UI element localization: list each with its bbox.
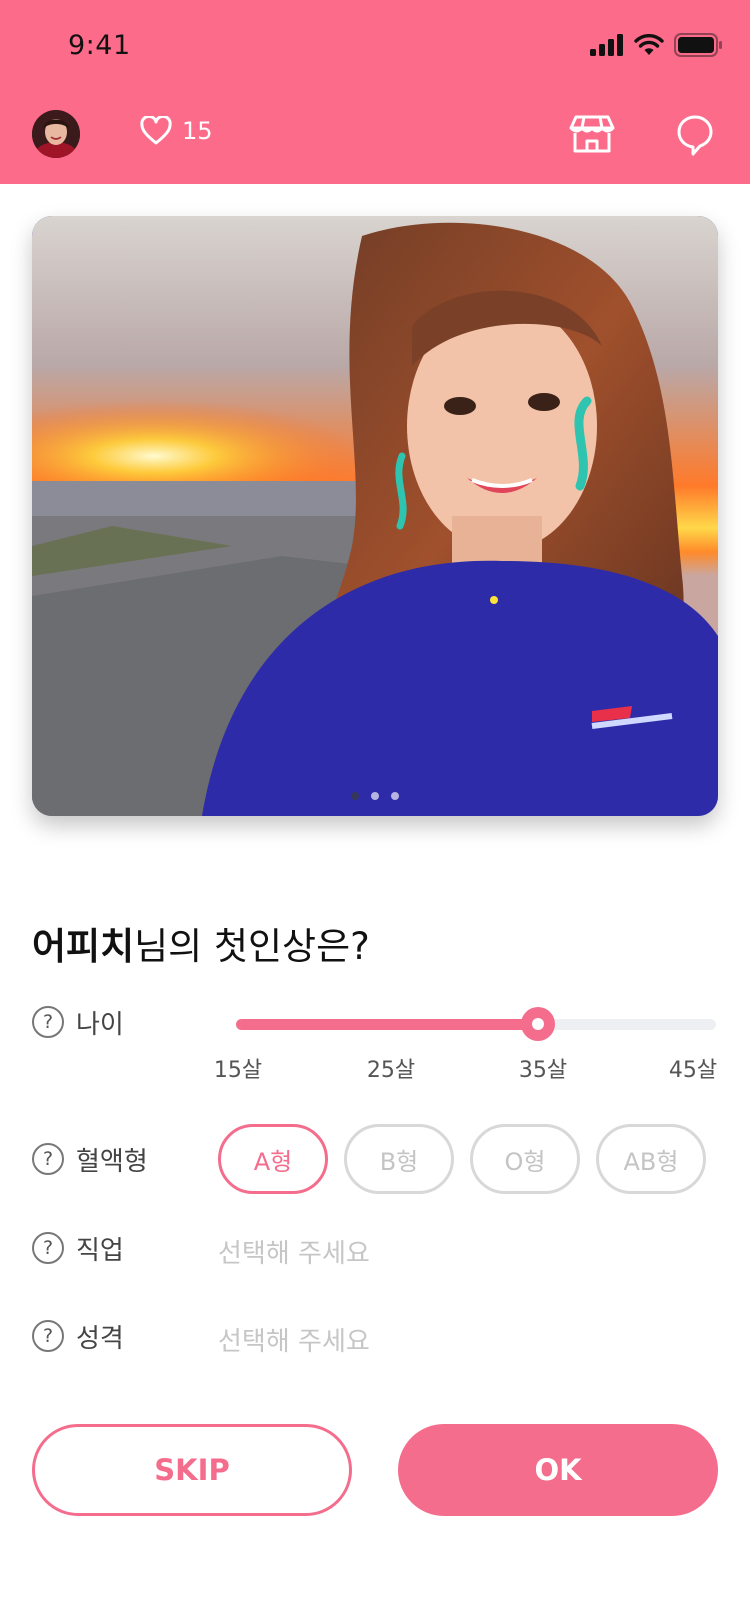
age-ticks: 15살 25살 35살 45살 (0, 1052, 750, 1083)
profile-name: 어피치 (32, 925, 135, 968)
help-icon[interactable]: ? (32, 1320, 64, 1352)
age-tick: 35살 (518, 1058, 568, 1083)
blood-type-b-chip[interactable]: B형 (344, 1124, 454, 1194)
store-icon (569, 115, 615, 153)
app-header: 9:41 15 (0, 0, 750, 184)
chat-button[interactable] (676, 114, 714, 156)
personality-select[interactable]: 선택해 주세요 (218, 1321, 370, 1358)
job-row: ? 직업 (32, 1226, 124, 1270)
age-tick: 15살 (213, 1058, 263, 1083)
status-icons (590, 32, 722, 58)
help-icon[interactable]: ? (32, 1232, 64, 1264)
job-label: 직업 (76, 1235, 124, 1266)
blood-type-label: 혈액형 (76, 1146, 148, 1177)
likes-counter[interactable]: 15 (140, 116, 213, 146)
likes-count: 15 (182, 117, 213, 145)
signal-icon (590, 34, 623, 56)
wifi-icon (634, 34, 664, 55)
first-impression-question: 어피치님의 첫인상은? (32, 916, 370, 970)
slider-fill (236, 1019, 539, 1030)
my-avatar[interactable] (32, 110, 80, 158)
profile-photo-card[interactable] (32, 216, 718, 816)
age-tick: 45살 (668, 1058, 718, 1083)
blood-type-row: ? 혈액형 (32, 1137, 148, 1181)
battery-icon (674, 33, 722, 57)
profile-photo (32, 216, 718, 816)
skip-button[interactable]: SKIP (32, 1424, 352, 1516)
store-button[interactable] (568, 114, 616, 154)
pagination-dot[interactable] (351, 792, 359, 800)
pagination-dot[interactable] (391, 792, 399, 800)
help-icon[interactable]: ? (32, 1143, 64, 1175)
heart-icon (140, 116, 172, 145)
age-label: 나이 (76, 1009, 124, 1040)
age-tick: 25살 (366, 1058, 416, 1083)
slider-thumb[interactable] (521, 1007, 556, 1041)
blood-type-a-chip[interactable]: A형 (218, 1124, 328, 1194)
blood-type-o-chip[interactable]: O형 (470, 1124, 580, 1194)
help-icon[interactable]: ? (32, 1006, 64, 1038)
photo-pagination (32, 792, 718, 800)
chat-bubble-icon (677, 115, 713, 156)
personality-row: ? 성격 (32, 1314, 124, 1358)
pagination-dot[interactable] (371, 792, 379, 800)
top-bar: 15 (0, 108, 750, 164)
blood-type-options: A형 B형 O형 AB형 (218, 1124, 706, 1194)
age-row: ? 나이 (32, 1000, 124, 1044)
status-time: 9:41 (68, 30, 131, 61)
job-select[interactable]: 선택해 주세요 (218, 1233, 370, 1270)
personality-label: 성격 (76, 1323, 124, 1354)
ok-button[interactable]: OK (398, 1424, 718, 1516)
question-suffix: 님의 첫인상은? (134, 925, 370, 968)
blood-type-ab-chip[interactable]: AB형 (596, 1124, 706, 1194)
age-slider[interactable] (236, 1007, 716, 1041)
avatar-image (32, 110, 80, 158)
